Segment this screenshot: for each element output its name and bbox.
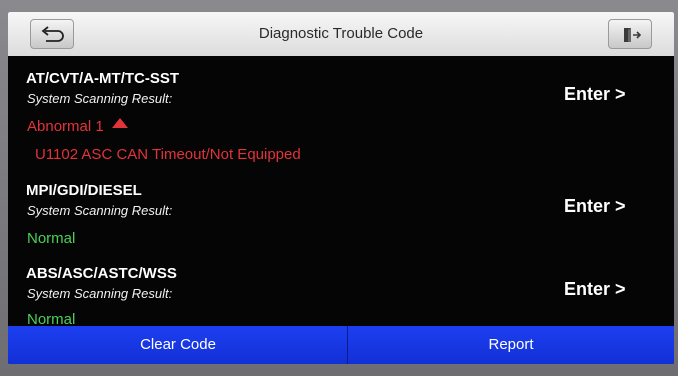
enter-button[interactable]: Enter > (564, 279, 626, 300)
result-label: System Scanning Result: (27, 203, 173, 218)
report-button[interactable]: Report (348, 326, 674, 364)
system-item[interactable]: MPI/GDI/DIESEL System Scanning Result: N… (8, 182, 674, 252)
system-item[interactable]: AT/CVT/A-MT/TC-SST System Scanning Resul… (8, 70, 674, 170)
exit-button[interactable] (608, 19, 652, 49)
status-abnormal[interactable]: Abnormal 1 (27, 118, 128, 135)
enter-button[interactable]: Enter > (564, 84, 626, 105)
clear-code-button[interactable]: Clear Code (8, 326, 348, 364)
screen: Diagnostic Trouble Code AT/CVT/A-MT/TC-S… (8, 12, 674, 364)
status-text: Abnormal 1 (27, 118, 104, 135)
bottom-action-bar: Clear Code Report (8, 326, 674, 364)
system-name: ABS/ASC/ASTC/WSS (26, 265, 177, 282)
result-label: System Scanning Result: (27, 286, 173, 301)
dtc-code: U1102 ASC CAN Timeout/Not Equipped (35, 146, 301, 163)
exit-door-icon (624, 28, 642, 42)
enter-button[interactable]: Enter > (564, 196, 626, 217)
system-name: MPI/GDI/DIESEL (26, 182, 142, 199)
result-label: System Scanning Result: (27, 91, 173, 106)
system-name: AT/CVT/A-MT/TC-SST (26, 70, 180, 87)
page-title: Diagnostic Trouble Code (258, 25, 424, 42)
title-bar: Diagnostic Trouble Code (8, 12, 674, 56)
status-normal: Normal (27, 230, 76, 247)
collapse-caret-icon[interactable] (111, 118, 128, 128)
system-item[interactable]: ABS/ASC/ASTC/WSS System Scanning Result:… (8, 265, 674, 331)
